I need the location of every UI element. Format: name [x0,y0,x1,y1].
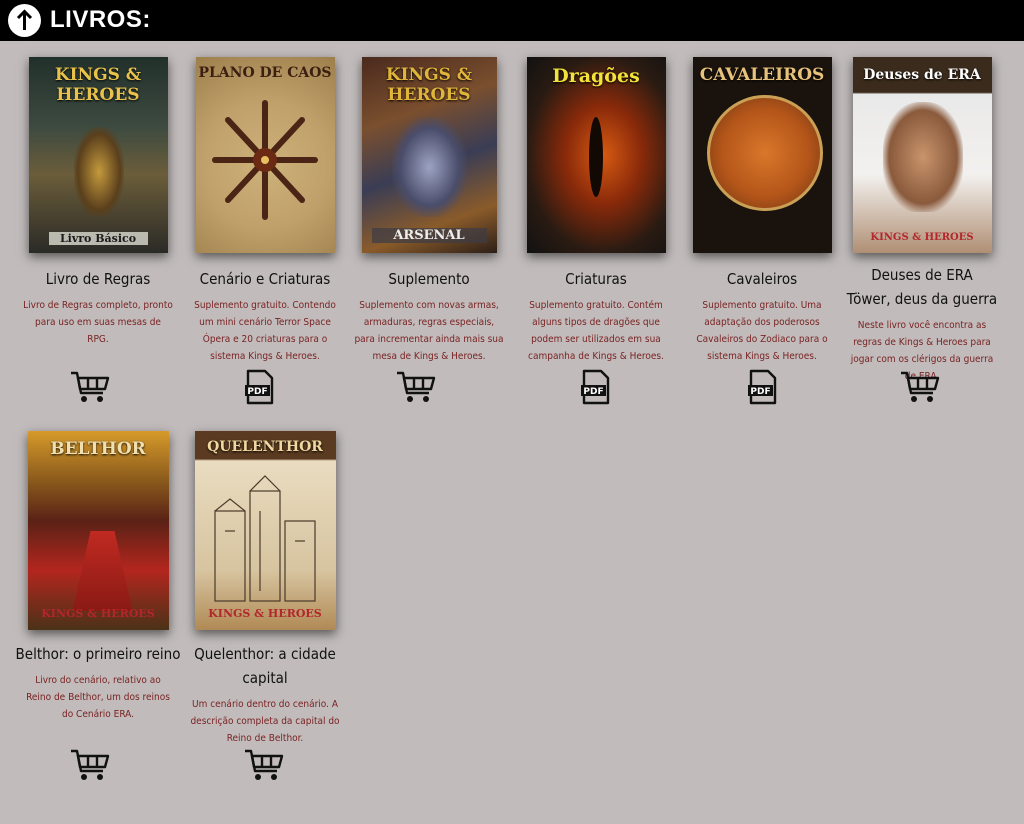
cart-icon [71,749,110,780]
cart-button[interactable] [244,748,284,786]
book-description: Um cenário dentro do cenário. A descriçã… [190,699,340,744]
book-name: Deuses de ERA Töwer, deus da guerra [846,266,998,308]
svg-text:PDF: PDF [247,387,267,397]
book-name: Suplemento [388,270,470,288]
cover-art [73,127,124,217]
top-bar: LIVROS: [0,0,1024,41]
cart-icon [71,371,110,402]
pdf-icon: PDF [581,369,610,405]
svg-text:PDF: PDF [583,387,603,397]
book-name: Livro de Regras [45,270,151,288]
medallion-art [706,95,823,211]
pdf-button[interactable]: PDF [748,369,778,409]
book-name: Quelenthor: a cidade capital [194,645,336,687]
book-cover[interactable]: QUELENTHOR KINGS & HEROES [194,431,336,630]
arrow-up-icon [16,9,33,30]
cover-art [882,102,963,212]
book-description: Suplemento com novas armas, armaduras, r… [354,300,504,362]
book-description: Suplemento gratuito. Uma adaptação dos p… [696,300,828,362]
pdf-button[interactable]: PDF [581,369,611,409]
book-name: Criaturas [565,270,627,288]
dragon-eye-art [588,117,603,197]
book-card: Dragões Criaturas Suplemento gratuito. C… [511,57,681,365]
cart-button[interactable] [396,370,436,408]
book-description: Suplemento gratuito. Contém alguns tipos… [528,300,664,362]
book-description: Livro de Regras completo, pronto para us… [23,300,173,345]
svg-text:PDF: PDF [750,387,770,397]
pdf-icon: PDF [245,369,274,405]
book-card: Deuses de ERA KINGS & HEROES Deuses de E… [837,57,1007,385]
book-name: Cavaleiros [726,270,798,288]
book-card: QUELENTHOR KINGS & HEROES Quelenthor: a … [180,431,350,747]
book-description: Livro do cenário, relativo ao Reino de B… [26,675,170,720]
book-cover[interactable]: KINGS & HEROES Livro Básico [28,57,168,253]
scroll-up-button[interactable] [8,4,41,37]
book-name: Belthor: o primeiro reino [15,645,181,663]
book-description: Suplemento gratuito. Contendo um mini ce… [194,300,336,362]
book-card: CAVALEIROS Cavaleiros Suplemento gratuit… [677,57,847,365]
cart-icon [245,749,284,780]
chaos-star-art [211,100,318,220]
book-card: KINGS & HEROES ARSENAL Suplemento Suplem… [344,57,514,365]
cart-icon [901,371,940,402]
book-cover[interactable]: CAVALEIROS [692,57,832,253]
book-cover[interactable]: Deuses de ERA KINGS & HEROES [852,57,992,253]
cart-button[interactable] [900,370,940,408]
pdf-button[interactable]: PDF [245,369,275,409]
city-sketch-art [213,475,316,602]
book-name: Cenário e Criaturas [199,270,331,288]
cart-button[interactable] [70,748,110,786]
book-card: PLANO DE CAOS Cenário e Criaturas Suplem… [180,57,350,365]
cart-icon [397,371,436,402]
pdf-icon: PDF [748,369,777,405]
book-cover[interactable]: KINGS & HEROES ARSENAL [361,57,497,253]
stairs-art [72,531,133,611]
book-card: BELTHOR KINGS & HEROES Belthor: o primei… [13,431,183,723]
book-cover[interactable]: BELTHOR KINGS & HEROES [27,431,169,630]
book-cover[interactable]: PLANO DE CAOS [195,57,335,253]
book-card: KINGS & HEROES Livro Básico Livro de Reg… [13,57,183,348]
cart-button[interactable] [70,370,110,408]
cover-art [391,117,467,217]
page-title: LIVROS: [50,6,151,33]
book-cover[interactable]: Dragões [526,57,666,253]
